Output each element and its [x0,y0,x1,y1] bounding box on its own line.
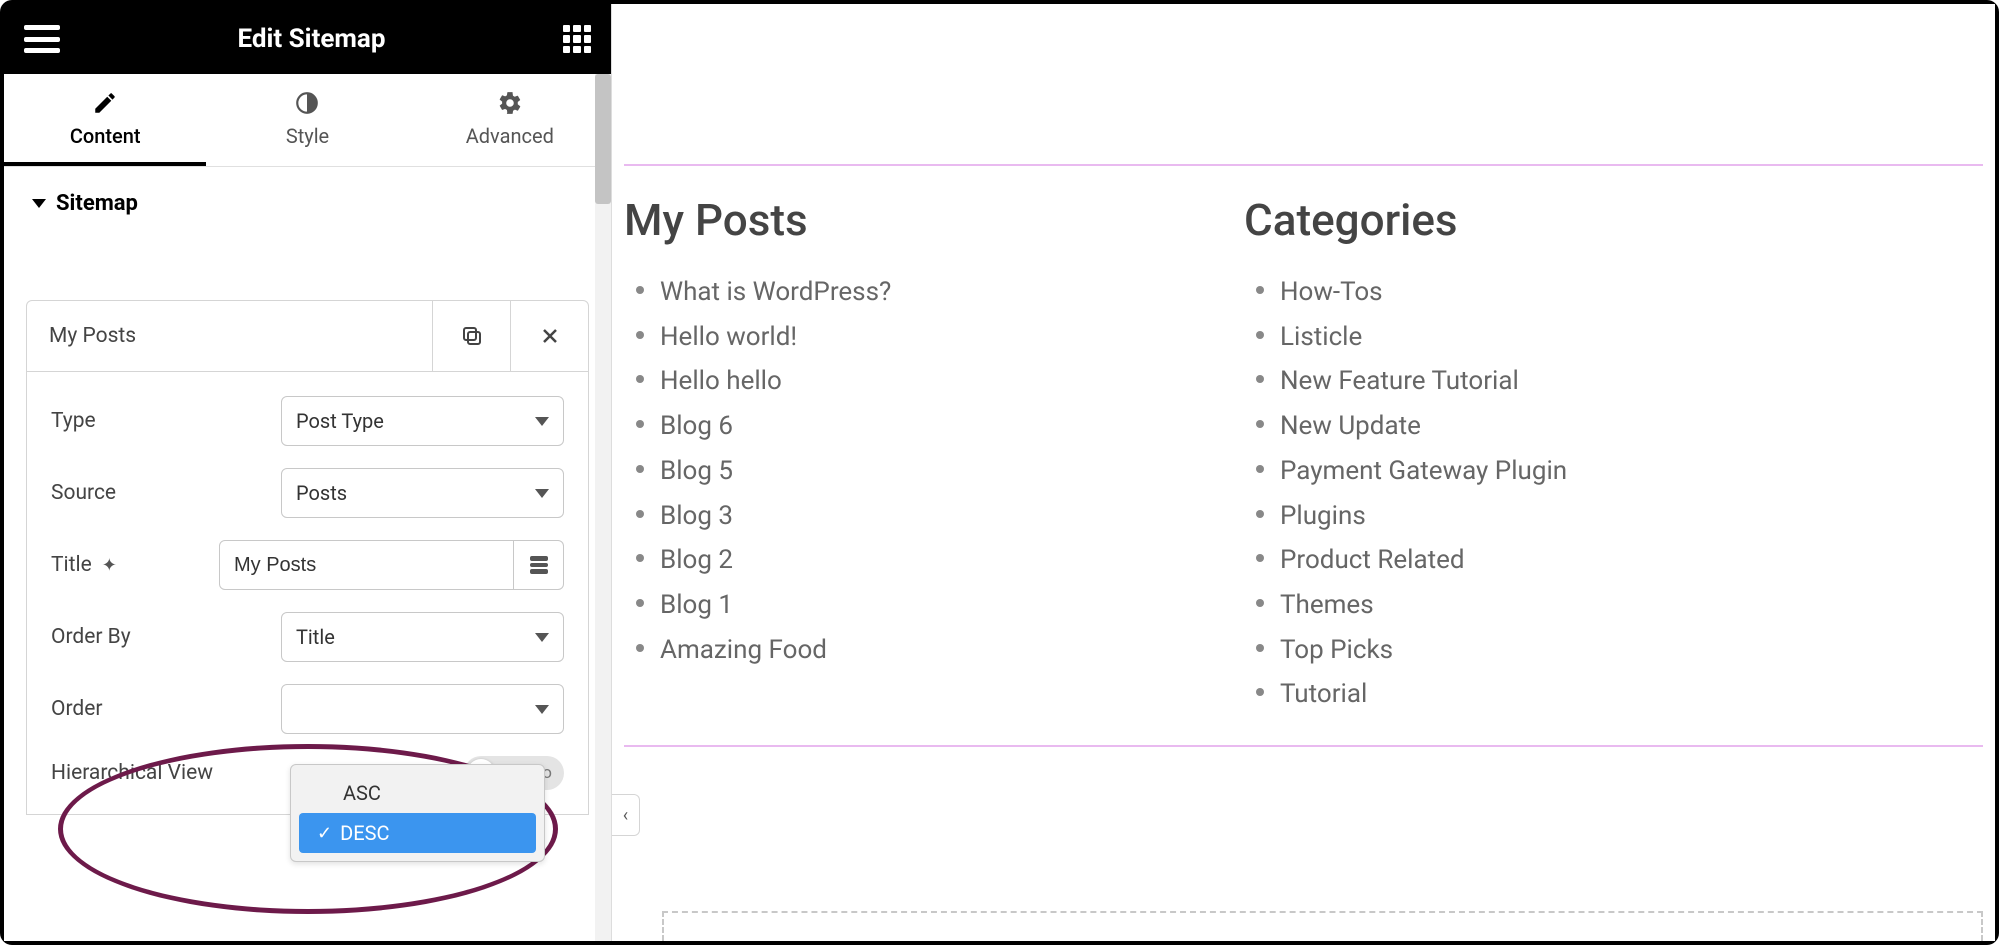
source-label: Source [51,481,281,505]
list-item[interactable]: Amazing Food [660,628,1204,673]
order-select[interactable] [281,684,564,734]
orderby-label: Order By [51,625,281,649]
panel-scrollbar[interactable] [595,74,611,941]
chevron-down-icon [535,417,549,426]
caret-down-icon [32,199,46,208]
dynamic-tags-button[interactable] [514,540,564,590]
ai-icon[interactable]: ✦ [102,555,117,576]
orderby-value: Title [296,625,335,649]
list-item[interactable]: Blog 2 [660,538,1204,583]
apps-icon[interactable] [563,25,591,53]
section-sitemap-toggle[interactable]: Sitemap [4,167,611,240]
list-item[interactable]: Listicle [1280,315,1824,360]
title-label: Title ✦ [51,553,219,577]
tab-advanced-label: Advanced [466,124,554,148]
tab-content-label: Content [70,124,141,148]
order-dropdown: ASC ✓ DESC [290,764,545,862]
list-item[interactable]: Blog 3 [660,494,1204,539]
categories-column: Categories How-Tos Listicle New Feature … [1244,194,1824,717]
source-value: Posts [296,481,347,505]
order-label: Order [51,697,281,721]
collapse-panel-button[interactable]: ‹ [612,794,640,836]
panel-tabs: Content Style Advanced [4,74,611,167]
title-input[interactable] [219,540,514,590]
list-item[interactable]: Themes [1280,583,1824,628]
posts-heading: My Posts [624,194,1204,246]
order-option-desc[interactable]: ✓ DESC [299,813,536,853]
type-select[interactable]: Post Type [281,396,564,446]
hierarchical-label: Hierarchical View [51,761,281,785]
order-option-asc[interactable]: ASC [299,773,536,813]
pencil-icon [92,90,118,116]
chevron-down-icon [535,633,549,642]
panel-title: Edit Sitemap [60,24,563,54]
source-select[interactable]: Posts [281,468,564,518]
orderby-select[interactable]: Title [281,612,564,662]
list-item[interactable]: How-Tos [1280,270,1824,315]
posts-column: My Posts What is WordPress? Hello world!… [624,194,1204,717]
contrast-icon [294,90,320,116]
posts-list: What is WordPress? Hello world! Hello he… [624,270,1204,672]
repeater-item-title: My Posts [27,301,432,371]
list-item[interactable]: Payment Gateway Plugin [1280,449,1824,494]
tab-advanced[interactable]: Advanced [409,74,611,166]
sitemap-widget[interactable]: My Posts What is WordPress? Hello world!… [624,164,1983,747]
list-item[interactable]: Hello world! [660,315,1204,360]
remove-button[interactable] [510,301,588,371]
list-item[interactable]: Product Related [1280,538,1824,583]
tab-content[interactable]: Content [4,74,206,166]
preview-area: My Posts What is WordPress? Hello world!… [612,4,1995,941]
list-item[interactable]: What is WordPress? [660,270,1204,315]
database-icon [530,556,548,574]
list-item[interactable]: New Update [1280,404,1824,449]
chevron-down-icon [535,705,549,714]
repeater-item-body: Type Post Type Source Posts [26,372,589,815]
gear-icon [497,90,523,116]
check-icon: ✓ [317,823,332,844]
chevron-down-icon [535,489,549,498]
type-value: Post Type [296,409,384,433]
sidebar-header: Edit Sitemap [4,4,611,74]
list-item[interactable]: Tutorial [1280,672,1824,717]
close-icon [538,324,562,348]
tab-style-label: Style [286,124,329,148]
scroll-thumb[interactable] [595,74,611,204]
option-asc-label: ASC [343,781,381,805]
list-item[interactable]: Hello hello [660,359,1204,404]
categories-list: How-Tos Listicle New Feature Tutorial Ne… [1244,270,1824,717]
option-desc-label: DESC [340,821,389,845]
list-item[interactable]: Top Picks [1280,628,1824,673]
list-item[interactable]: Blog 5 [660,449,1204,494]
list-item[interactable]: Plugins [1280,494,1824,539]
list-item[interactable]: New Feature Tutorial [1280,359,1824,404]
duplicate-button[interactable] [432,301,510,371]
repeater-item-header[interactable]: My Posts [26,300,589,372]
list-item[interactable]: Blog 6 [660,404,1204,449]
copy-icon [460,324,484,348]
chevron-left-icon: ‹ [623,805,628,826]
section-title: Sitemap [56,191,138,216]
categories-heading: Categories [1244,194,1824,246]
tab-style[interactable]: Style [206,74,408,166]
type-label: Type [51,409,281,433]
menu-icon[interactable] [24,25,60,53]
list-item[interactable]: Blog 1 [660,583,1204,628]
add-section-placeholder[interactable] [662,911,1983,941]
